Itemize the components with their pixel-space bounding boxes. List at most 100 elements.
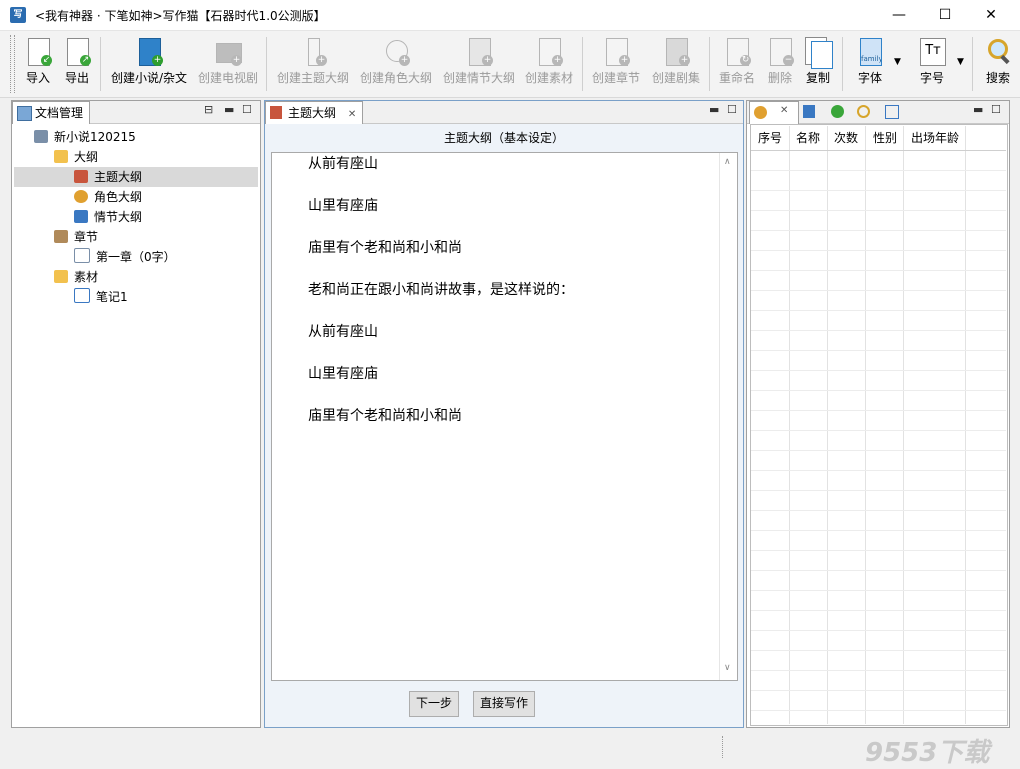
window-tab-icon[interactable] xyxy=(885,105,899,119)
grid-row-line xyxy=(751,710,1006,711)
font-size-dropdown-arrow[interactable]: ▼ xyxy=(957,57,964,67)
create-tv-button[interactable]: + 创建电视剧 xyxy=(196,37,260,93)
column-header-name[interactable]: 名称 xyxy=(796,126,820,150)
grid-line xyxy=(827,126,828,724)
toolbar-grip[interactable] xyxy=(10,35,15,93)
editor-text-area[interactable]: 从前有座山 山里有座庙 庙里有个老和尚和小和尚 老和尚正在跟小和尚讲故事，是这样… xyxy=(271,152,738,681)
panel-maximize-icon[interactable]: ☐ xyxy=(991,103,1001,116)
create-episode-label: 创建剧集 xyxy=(651,71,700,85)
tree-item-chapter-1[interactable]: 第一章（0字） xyxy=(74,247,176,267)
editor-line: 山里有座庙 xyxy=(308,366,378,382)
maximize-button[interactable]: ☐ xyxy=(922,0,968,30)
font-size-button[interactable]: Tт 字号 xyxy=(912,37,952,93)
doc-panel-header: 文档管理 ⊟ ▬ ☐ xyxy=(12,101,260,124)
editor-panel-header: 主题大纲 ✕ ▬ ☐ xyxy=(265,101,743,124)
collapse-all-icon[interactable]: ⊟ xyxy=(204,103,213,116)
create-tv-label: 创建电视剧 xyxy=(197,71,258,85)
tree-item-chapters[interactable]: 章节 xyxy=(54,227,98,247)
grid-row-line xyxy=(751,430,1006,431)
tree-label-materials: 素材 xyxy=(74,270,99,284)
panel-minimize-icon[interactable]: ▬ xyxy=(709,103,719,116)
font-dropdown-arrow[interactable]: ▼ xyxy=(894,57,901,67)
vertical-scrollbar[interactable]: ∧ ∨ xyxy=(719,153,737,680)
tree-label-outline: 大纲 xyxy=(74,150,99,164)
create-episode-button[interactable]: + 创建剧集 xyxy=(648,37,704,93)
column-header-count[interactable]: 次数 xyxy=(834,126,858,150)
copy-label: 复制 xyxy=(805,71,830,85)
tab-document-manager[interactable]: 文档管理 xyxy=(12,101,91,124)
create-role-outline-button[interactable]: + 创建角色大纲 xyxy=(357,37,435,93)
import-icon: ↙ xyxy=(25,37,52,66)
right-panel-header: ✕ ▬ ☐ xyxy=(747,101,1009,124)
tree-item-role-outline[interactable]: 角色大纲 xyxy=(74,187,142,207)
grid-row-line xyxy=(751,470,1006,471)
tab-close-icon[interactable]: ✕ xyxy=(780,105,788,116)
grid-row-line xyxy=(751,490,1006,491)
column-header-age[interactable]: 出场年龄 xyxy=(911,126,959,150)
tree-item-plot-outline[interactable]: 情节大纲 xyxy=(74,207,142,227)
grid-row-line xyxy=(751,350,1006,351)
scroll-up-icon[interactable]: ∧ xyxy=(724,157,731,167)
tree-label-chapter-1: 第一章（0字） xyxy=(96,250,176,264)
tree-item-note-1[interactable]: 笔记1 xyxy=(74,287,128,307)
panel-maximize-icon[interactable]: ☐ xyxy=(242,103,252,116)
direct-write-button[interactable]: 直接写作 xyxy=(473,691,536,717)
font-button[interactable]: family 字体 xyxy=(850,37,890,93)
import-button[interactable]: ↙ 导入 xyxy=(20,37,56,93)
font-icon: family xyxy=(857,37,883,66)
tv-icon: + xyxy=(215,37,242,66)
lighthouse-icon xyxy=(270,106,282,119)
masks-icon: + xyxy=(383,37,410,66)
export-icon: ↗ xyxy=(64,37,91,66)
next-step-button[interactable]: 下一步 xyxy=(409,691,460,717)
grid-line xyxy=(865,126,866,724)
rename-button[interactable]: ↻ 重命名 xyxy=(716,37,758,93)
search-tab-icon[interactable] xyxy=(857,105,870,118)
column-header-gender[interactable]: 性别 xyxy=(873,126,897,150)
tab-close-icon[interactable]: ✕ xyxy=(348,109,356,120)
panel-minimize-icon[interactable]: ▬ xyxy=(973,103,983,116)
create-material-button[interactable]: + 创建素材 xyxy=(522,37,576,93)
panel-minimize-icon[interactable]: ▬ xyxy=(224,103,234,116)
create-chapter-button[interactable]: + 创建章节 xyxy=(588,37,644,93)
book-tab-icon[interactable] xyxy=(803,105,815,118)
title-bar: 写 <我有神器 · 下笔如神>写作猫【石器时代1.0公测版】 — ☐ ✕ xyxy=(0,0,1020,31)
create-material-label: 创建素材 xyxy=(524,71,573,85)
tree-item-outline[interactable]: 大纲 xyxy=(54,147,98,167)
copy-button[interactable]: 复制 xyxy=(800,37,836,93)
note-icon xyxy=(74,288,90,303)
history-tab-icon[interactable] xyxy=(831,105,844,118)
tree-label-plot-outline: 情节大纲 xyxy=(94,210,143,224)
grid-row-line xyxy=(751,250,1006,251)
search-button[interactable]: 搜索 xyxy=(980,37,1016,93)
close-button[interactable]: ✕ xyxy=(968,0,1014,30)
grid-row-line xyxy=(751,630,1006,631)
grid-row-line xyxy=(751,410,1006,411)
panel-maximize-icon[interactable]: ☐ xyxy=(727,103,737,116)
window-title: <我有神器 · 下笔如神>写作猫【石器时代1.0公测版】 xyxy=(35,9,326,23)
tab-characters[interactable]: ✕ xyxy=(749,101,799,124)
tree-item-novel[interactable]: 新小说120215 xyxy=(34,127,136,147)
grid-row-line xyxy=(751,390,1006,391)
app-icon: 写 xyxy=(10,7,26,23)
create-novel-button[interactable]: + 创建小说/杂文 xyxy=(106,37,192,93)
create-theme-outline-button[interactable]: + 创建主题大纲 xyxy=(274,37,352,93)
tree-item-materials[interactable]: 素材 xyxy=(54,267,98,287)
column-header-index[interactable]: 序号 xyxy=(758,126,782,150)
create-role-outline-label: 创建角色大纲 xyxy=(359,71,432,85)
lighthouse-icon xyxy=(74,170,88,183)
tree-item-theme-outline[interactable]: 主题大纲 xyxy=(74,167,142,187)
tree-label-theme-outline: 主题大纲 xyxy=(94,170,143,184)
grid-row-line xyxy=(751,190,1006,191)
watermark: 9553下载 xyxy=(865,738,990,768)
create-plot-outline-button[interactable]: + 创建情节大纲 xyxy=(440,37,518,93)
grid-row-line xyxy=(751,230,1006,231)
tab-theme-outline[interactable]: 主题大纲 ✕ xyxy=(265,101,364,124)
delete-button[interactable]: − 删除 xyxy=(762,37,798,93)
export-button[interactable]: ↗ 导出 xyxy=(59,37,95,93)
status-separator xyxy=(722,736,724,758)
editor-header: 主题大纲（基本设定） xyxy=(443,131,564,145)
scroll-down-icon[interactable]: ∨ xyxy=(724,663,731,673)
minimize-button[interactable]: — xyxy=(876,0,922,30)
grid-row-line xyxy=(751,590,1006,591)
